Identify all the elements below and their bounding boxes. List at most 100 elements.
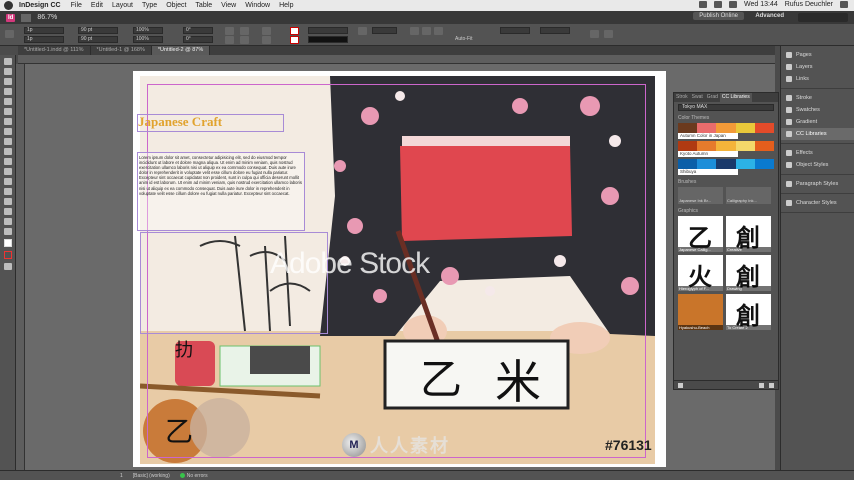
selection-tool-icon[interactable]: [4, 58, 12, 65]
y-field[interactable]: 1p: [24, 36, 64, 43]
graphic-item[interactable]: 創 Creative: [726, 216, 771, 252]
brush-item[interactable]: Japanese Ink Br...: [678, 187, 723, 204]
brush-item[interactable]: Calligraphy Ink...: [726, 187, 771, 204]
pen-tool-icon[interactable]: [4, 128, 12, 135]
fill-proportionally-icon[interactable]: [434, 27, 443, 35]
gap-tool-icon[interactable]: [4, 88, 12, 95]
rotation-field[interactable]: 0°: [183, 27, 213, 34]
add-content-icon[interactable]: [678, 383, 683, 388]
menu-object[interactable]: Object: [166, 2, 186, 9]
menu-edit[interactable]: Edit: [91, 2, 103, 9]
color-theme-autumn[interactable]: [678, 123, 775, 133]
horizontal-ruler[interactable]: [18, 55, 775, 64]
tab-untitled-1-indd[interactable]: *Untitled-1.indd @ 111%: [18, 46, 91, 55]
rectangle-frame-tool-icon[interactable]: [4, 148, 12, 155]
scissors-tool-icon[interactable]: [4, 168, 12, 175]
preflight-status[interactable]: No errors: [179, 473, 208, 479]
pencil-tool-icon[interactable]: [4, 138, 12, 145]
tab-swatches[interactable]: Swat: [690, 93, 705, 102]
color-theme-kyoto[interactable]: [678, 141, 775, 151]
x-field[interactable]: 1p: [24, 27, 64, 34]
dock-item-layers[interactable]: Layers: [781, 61, 854, 73]
content-collector-icon[interactable]: [4, 98, 12, 105]
stroke-type-field[interactable]: [308, 36, 348, 43]
zoom-tool-icon[interactable]: [4, 228, 12, 235]
menu-window[interactable]: Window: [245, 2, 270, 9]
fill-swatch-icon[interactable]: [290, 27, 299, 35]
menu-layout[interactable]: Layout: [112, 2, 133, 9]
screen-mode-icon[interactable]: [4, 263, 12, 270]
preflight-profile[interactable]: [Basic] (working): [133, 473, 170, 479]
fit-content-icon[interactable]: [410, 27, 419, 35]
effects-icon[interactable]: [358, 27, 367, 35]
graphic-item[interactable]: 創 Drawing: [726, 255, 771, 291]
select-content-icon[interactable]: [262, 36, 271, 44]
menu-help[interactable]: Help: [279, 2, 293, 9]
align-icon[interactable]: [590, 30, 599, 38]
menu-file[interactable]: File: [71, 2, 82, 9]
dock-item-links[interactable]: Links: [781, 73, 854, 85]
direct-selection-tool-icon[interactable]: [4, 68, 12, 75]
note-tool-icon[interactable]: [4, 198, 12, 205]
color-theme-shibuya[interactable]: [678, 159, 775, 169]
auto-fit-checkbox[interactable]: Auto-Fit: [455, 36, 473, 42]
menu-view[interactable]: View: [221, 2, 236, 9]
select-container-icon[interactable]: [262, 27, 271, 35]
rotate-cw-icon[interactable]: [225, 27, 234, 35]
dock-item-swatches[interactable]: Swatches: [781, 104, 854, 116]
menu-app-name[interactable]: InDesign CC: [19, 2, 61, 9]
opacity-field[interactable]: [372, 27, 397, 34]
menu-table[interactable]: Table: [195, 2, 212, 9]
bridge-icon[interactable]: [21, 13, 32, 22]
dock-item-cc-libraries[interactable]: CC Libraries: [781, 128, 854, 140]
creative-cloud-icon[interactable]: [699, 1, 708, 8]
dock-item-character-styles[interactable]: Character Styles: [781, 197, 854, 209]
rotate-ccw-icon[interactable]: [225, 36, 234, 44]
dock-item-paragraph-styles[interactable]: Paragraph Styles: [781, 178, 854, 190]
eyedropper-tool-icon[interactable]: [4, 208, 12, 215]
dock-item-effects[interactable]: Effects: [781, 147, 854, 159]
free-transform-tool-icon[interactable]: [4, 178, 12, 185]
tab-cc-libraries[interactable]: CC Libraries: [719, 93, 752, 102]
dock-item-pages[interactable]: Pages: [781, 49, 854, 61]
graphic-item[interactable]: 乙 Japanese Callig...: [678, 216, 723, 252]
apple-icon[interactable]: [4, 1, 13, 10]
tab-gradient[interactable]: Grad: [705, 93, 720, 102]
dock-item-stroke[interactable]: Stroke: [781, 92, 854, 104]
graphic-item[interactable]: 火 Hieroglyph of F...: [678, 255, 723, 291]
search-field[interactable]: [798, 13, 848, 22]
stroke-color-icon[interactable]: [4, 251, 12, 259]
flip-horizontal-icon[interactable]: [240, 27, 249, 35]
stroke-weight-field[interactable]: [308, 27, 348, 34]
trash-icon[interactable]: [769, 383, 774, 388]
gradient-tool-icon[interactable]: [4, 188, 12, 195]
battery-icon[interactable]: [729, 1, 738, 8]
dock-item-object-styles[interactable]: Object Styles: [781, 159, 854, 171]
dock-item-gradient[interactable]: Gradient: [781, 116, 854, 128]
height-field[interactable]: 90 pt: [78, 36, 118, 43]
workspace-switcher[interactable]: Advanced: [755, 13, 784, 19]
spotlight-icon[interactable]: [840, 1, 848, 8]
graphic-item[interactable]: Hyakushu-Beach: [678, 294, 723, 330]
clock[interactable]: Wed 13:44: [744, 1, 778, 8]
menu-type[interactable]: Type: [142, 2, 157, 9]
stroke-swatch-icon[interactable]: [290, 36, 299, 44]
graphic-item[interactable]: 創 To Create 2: [726, 294, 771, 330]
reference-point-icon[interactable]: [5, 30, 14, 38]
scale-y-field[interactable]: 100%: [133, 36, 163, 43]
wifi-icon[interactable]: [714, 1, 723, 8]
line-tool-icon[interactable]: [4, 118, 12, 125]
cloud-sync-icon[interactable]: [759, 383, 764, 388]
shear-field[interactable]: 0°: [183, 36, 213, 43]
type-tool-icon[interactable]: [4, 108, 12, 115]
body-text-frame[interactable]: Lorem ipsum dolor sit amet, consectetur …: [137, 152, 305, 231]
vertical-ruler[interactable]: [16, 64, 25, 470]
distribute-icon[interactable]: [604, 30, 613, 38]
gutter-field[interactable]: [540, 27, 570, 34]
page-number-field[interactable]: 1: [120, 473, 123, 479]
document-title[interactable]: Japanese Craft: [138, 114, 222, 130]
publish-online-button[interactable]: Publish Online: [693, 12, 744, 20]
hand-tool-icon[interactable]: [4, 218, 12, 225]
page-tool-icon[interactable]: [4, 78, 12, 85]
zoom-level[interactable]: 86.7%: [37, 14, 57, 21]
